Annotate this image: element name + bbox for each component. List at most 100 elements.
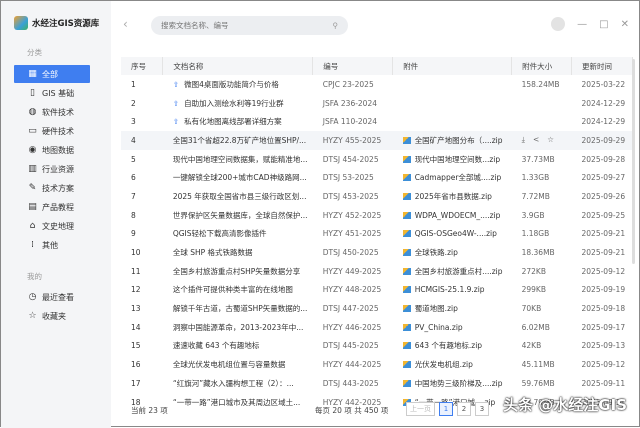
table-row[interactable]: 7 2025 年获取全国省市县三级行政区划... DTSJ 453-2025 2… — [121, 187, 633, 206]
attachment[interactable]: 2025年省市县数据.zip — [393, 187, 512, 206]
prev-page-button[interactable]: 上一页 — [406, 402, 435, 416]
edit-icon: ✎ — [28, 183, 37, 193]
table-row[interactable]: 15 速速收藏 643 个有趣地标 DTSJ 445-2025 643 个有趣地… — [121, 337, 633, 356]
table-row[interactable]: 10 全球 SHP 格式铁路数据 DTSJ 450-2025 全球铁路.zip … — [121, 243, 633, 262]
table-row[interactable]: 8 世界保护区矢量数据库，全球自然保护... HYZY 452-2025 WDP… — [121, 206, 633, 225]
close-icon[interactable]: ✕ — [621, 19, 629, 30]
zip-file-icon — [402, 267, 411, 275]
column-header[interactable]: 更新时间 — [571, 57, 633, 75]
sidebar-item[interactable]: ▭ 硬件技术 — [14, 122, 90, 140]
doc-name: 世界保护区矢量数据库，全球自然保护... — [172, 210, 308, 220]
attachment[interactable]: QGIS-OSGeo4W-....zip — [393, 225, 512, 244]
table-row[interactable]: 6 一键解锁全球200+城市CAD神级路网... DTSJ 53-2025 Ca… — [121, 168, 633, 187]
app-title: 水经注GIS资源库 — [32, 19, 100, 29]
sidebar-item-label: GIS 基础 — [42, 88, 75, 98]
doc-name: 自助加入测绘水利等19行业群 — [184, 98, 284, 108]
attachment[interactable]: 全球铁路.zip — [393, 243, 512, 262]
attachment[interactable]: 全国乡村旅游重点村....zip — [393, 262, 512, 281]
table-row[interactable]: 11 全国乡村旅游重点村SHP矢量数据分享 HYZY 449-2025 全国乡村… — [121, 262, 633, 281]
search-box[interactable]: ⚲ — [151, 16, 348, 35]
table-row[interactable]: 12 这个插件可提供种类丰富的在线地图 HYZY 448-2025 HCMGIS… — [121, 281, 633, 300]
scrollbar[interactable] — [632, 59, 635, 264]
table-row[interactable]: 14 洞察中国能源革命，2013-2023年中... HYZY 446-2025… — [121, 318, 633, 337]
attachment-size: 42KB — [521, 341, 542, 351]
table-row[interactable]: 1 ⇧ 微图4桌面版功能简介与价格 CPJC 23-2025 158.24MB 2… — [121, 75, 633, 94]
attachment[interactable]: 蜀道地图.zip — [393, 299, 512, 318]
star-icon[interactable]: ☆ — [547, 135, 554, 145]
attachment[interactable]: 现代中国地理空间数...zip — [393, 150, 512, 169]
sidebar-item[interactable]: ▯ GIS 基础 — [14, 84, 90, 102]
update-date: 2024-12-29 — [581, 98, 626, 108]
column-header[interactable]: 编号 — [312, 57, 394, 75]
attachment[interactable] — [393, 94, 512, 113]
doc-code: HYZY 446-2025 — [322, 322, 382, 332]
sidebar-item[interactable]: ⁞ 其他 — [14, 236, 90, 254]
table-row[interactable]: 5 现代中国地理空间数据集，赋能精准地... DTSJ 454-2025 现代中… — [121, 150, 633, 169]
doc-code: DTSJ 443-2025 — [322, 378, 379, 388]
sidebar-mine-item[interactable]: ◷ 最近查看 — [14, 288, 90, 306]
column-header[interactable]: 文档名称 — [162, 57, 314, 75]
page-2-button[interactable]: 2 — [457, 402, 471, 416]
attachment-name: HCMGIS-25.1.9.zip — [414, 285, 485, 295]
share-icon[interactable]: < — [533, 135, 539, 145]
sidebar-item[interactable]: ▥ 行业资源 — [14, 160, 90, 178]
column-header[interactable]: 附件 — [392, 57, 513, 75]
sidebar-item[interactable]: ⌂ 文史地理 — [14, 217, 90, 235]
star-icon: ☆ — [28, 311, 37, 321]
attachment[interactable]: PV_China.zip — [393, 318, 512, 337]
attachment[interactable]: 全国矿产地图分布（....zip — [392, 131, 512, 150]
attachment[interactable]: Cadmapper全部城....zip — [393, 168, 512, 187]
maximize-icon[interactable]: □ — [599, 19, 608, 30]
avatar[interactable] — [551, 17, 566, 31]
page-1-button[interactable]: 1 — [439, 402, 453, 416]
doc-code: DTSJ 450-2025 — [322, 248, 379, 258]
doc-name: 全球光伏发电机组位置与容量数据 — [172, 360, 286, 370]
attachment[interactable]: 643 个有趣地标.zip — [393, 337, 512, 356]
sidebar-mine-item[interactable]: ☆ 收藏夹 — [14, 307, 90, 325]
zip-file-icon — [402, 155, 411, 163]
search-input[interactable] — [161, 21, 311, 30]
section-category: 分类 — [27, 48, 42, 57]
attachment[interactable] — [393, 112, 512, 131]
back-button[interactable]: ‹ — [123, 17, 128, 31]
download-icon[interactable]: ⤓ — [522, 135, 525, 145]
minimize-icon[interactable]: — — [577, 19, 587, 30]
table-row[interactable]: 2 ⇧ 自助加入测绘水利等19行业群 JSFA 236-2024 2024-12-… — [121, 94, 633, 113]
sidebar-item[interactable]: ◍ 软件技术 — [14, 103, 90, 121]
sidebar-item-label: 文史地理 — [42, 221, 74, 231]
sidebar-item[interactable]: ✎ 技术方案 — [14, 179, 90, 197]
table-row[interactable]: 17 “红旗河”藏水入疆构想工程（2）：... DTSJ 443-2025 中国… — [121, 374, 633, 393]
sidebar-item[interactable]: ◉ 地图数据 — [14, 141, 90, 159]
row-number: 3 — [131, 117, 136, 127]
column-header[interactable]: 序号 — [121, 57, 164, 75]
table-row[interactable]: 16 全球光伏发电机组位置与容量数据 HYZY 444-2025 光伏发电机组.… — [121, 355, 633, 374]
update-date: 2025-09-19 — [581, 285, 626, 295]
row-number: 7 — [131, 191, 136, 201]
update-date: 2025-09-17 — [581, 322, 626, 332]
search-icon[interactable]: ⚲ — [333, 21, 339, 30]
sidebar-item[interactable]: ▤ 产品教程 — [14, 198, 90, 216]
table-row[interactable]: 13 解锁千年古道，古蜀道SHP矢量数据的... DTSJ 447-2025 蜀… — [121, 299, 633, 318]
doc-name: 2025 年获取全国省市县三级行政区划... — [172, 191, 307, 201]
doc-name: 速速收藏 643 个有趣地标 — [172, 341, 260, 351]
table-row[interactable]: 3 ⇧ 私有化地图离线部署详细方案 JSFA 110-2024 2024-12-2… — [121, 112, 633, 131]
attachment[interactable]: 光伏发电机组.zip — [393, 355, 512, 374]
map-pin-icon: ◉ — [28, 145, 37, 155]
table-row[interactable]: 4 全国31个省超22.8万矿产地位置SHP/... HYZY 455-2025… — [121, 131, 633, 150]
page-3-button[interactable]: 3 — [475, 402, 489, 416]
table-row[interactable]: 9 QGIS轻松下载高清影像插件 HYZY 451-2025 QGIS-OSGe… — [121, 225, 633, 244]
sidebar-item-label: 硬件技术 — [42, 126, 74, 136]
attachment-size: 1.33GB — [521, 173, 550, 183]
row-number: 4 — [121, 131, 163, 150]
doc-code: JSFA 236-2024 — [322, 98, 378, 108]
doc-name: 全国乡村旅游重点村SHP矢量数据分享 — [172, 266, 301, 276]
attachment-name: 643 个有趣地标.zip — [414, 341, 483, 351]
attachment[interactable]: WDPA_WDOECM_....zip — [393, 206, 512, 225]
book-icon: ▤ — [28, 202, 37, 212]
column-header[interactable]: 附件大小 — [511, 57, 573, 75]
attachment[interactable] — [393, 75, 512, 94]
attachment[interactable]: HCMGIS-25.1.9.zip — [393, 281, 512, 300]
sidebar-item[interactable]: ▦ 全部 — [14, 65, 90, 83]
attachment[interactable]: 中国地势三级阶梯及....zip — [393, 374, 512, 393]
update-date: 2025-09-12 — [581, 360, 626, 370]
